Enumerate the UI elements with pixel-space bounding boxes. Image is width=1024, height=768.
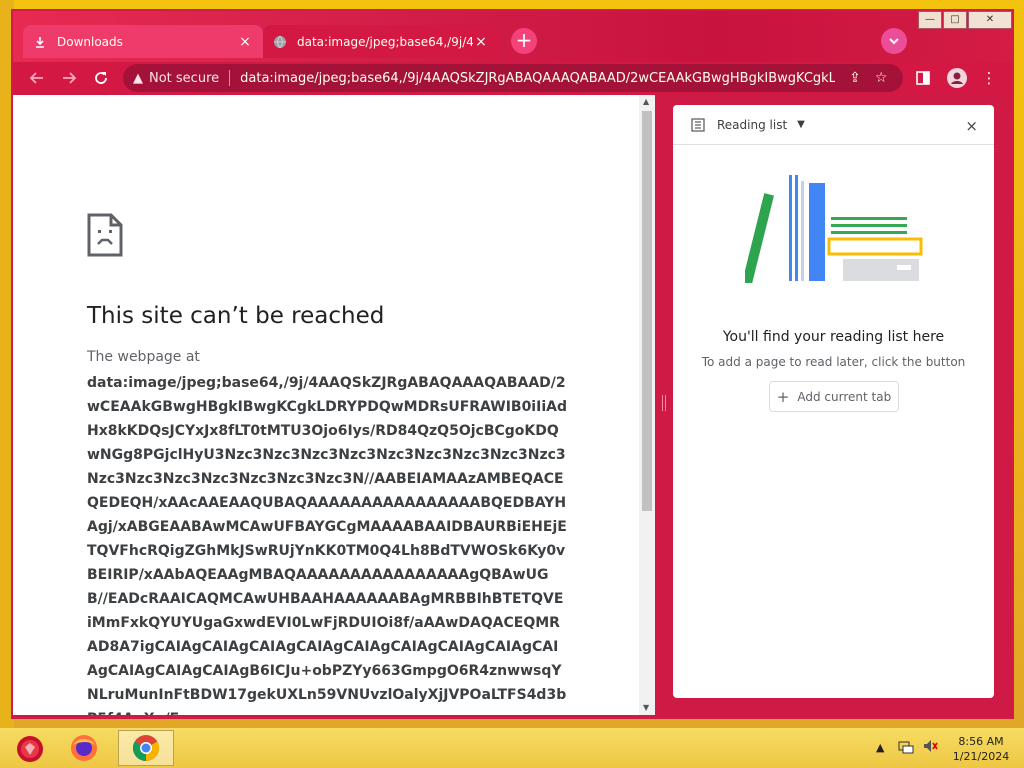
vertical-scrollbar[interactable]: ▲ ▼ xyxy=(639,95,655,715)
page-content: This site can’t be reached The webpage a… xyxy=(13,95,639,715)
clock-date: 1/21/2024 xyxy=(952,750,1010,763)
side-panel-button[interactable] xyxy=(911,66,935,90)
firefox-icon xyxy=(71,735,97,761)
download-icon xyxy=(36,36,44,48)
sad-document-icon xyxy=(87,213,123,257)
forward-button[interactable] xyxy=(57,66,81,90)
title-bar: Downloads × data:image/jpeg;base64,/9j/4… xyxy=(13,11,1012,62)
tab-label: Downloads xyxy=(57,34,123,49)
scrollbar-thumb[interactable] xyxy=(642,111,652,511)
empty-state-title: You'll find your reading list here xyxy=(722,329,945,345)
omnibox-separator xyxy=(229,70,231,86)
start-button[interactable] xyxy=(2,730,58,766)
add-current-tab-button[interactable]: + Add current tab xyxy=(769,381,899,412)
side-panel-icon xyxy=(916,71,930,85)
reading-list-icon xyxy=(691,117,705,132)
new-tab-button[interactable]: + xyxy=(511,28,537,54)
start-orb-icon xyxy=(17,736,43,762)
scroll-up-icon[interactable]: ▲ xyxy=(643,97,651,106)
globe-icon xyxy=(274,35,286,48)
error-intro: The webpage at xyxy=(87,349,200,365)
tab-search-button[interactable] xyxy=(881,28,907,54)
back-button[interactable] xyxy=(25,66,49,90)
back-arrow-icon xyxy=(29,72,43,84)
clock-time: 8:56 AM xyxy=(958,735,1004,748)
error-url-text-continued: AIAgCAIAgCAIAgB6ICJu+obPZYy663GmpgO6R4zn… xyxy=(87,663,567,715)
show-hidden-icons[interactable]: ▲ xyxy=(876,741,884,768)
plus-icon: + xyxy=(776,387,790,406)
close-tab-icon[interactable]: × xyxy=(473,34,489,50)
profile-avatar-icon xyxy=(947,68,967,88)
taskbar: ▲ 8:56 AM 1/21/2024 xyxy=(0,728,1024,768)
chevron-down-icon xyxy=(889,38,899,45)
reading-list-header: Reading list ▼ × xyxy=(673,105,994,145)
volume-muted-icon[interactable] xyxy=(922,738,938,768)
share-icon[interactable]: ⇪ xyxy=(849,70,861,86)
tab-downloads[interactable]: Downloads × xyxy=(23,25,263,58)
security-label[interactable]: Not secure xyxy=(149,71,219,86)
forward-arrow-icon xyxy=(63,72,77,84)
minimize-button[interactable]: — xyxy=(918,11,942,29)
empty-state-subtitle: To add a page to read later, click the b… xyxy=(701,355,966,369)
menu-button[interactable]: ⋮ xyxy=(977,66,1001,90)
error-title: This site can’t be reached xyxy=(87,303,385,329)
network-icon[interactable] xyxy=(898,738,914,768)
tab-label: data:image/jpeg;base64,/9j/4AAQ xyxy=(297,34,473,49)
address-bar[interactable]: ▲ Not secure data:image/jpeg;base64,/9j/… xyxy=(123,64,903,92)
add-current-tab-label: Add current tab xyxy=(797,389,892,404)
side-panel-resize-handle[interactable] xyxy=(655,95,672,715)
maximize-button[interactable]: □ xyxy=(943,11,967,29)
close-panel-icon[interactable]: × xyxy=(965,117,978,135)
books-illustration-icon xyxy=(745,175,923,283)
tab-data-image[interactable]: data:image/jpeg;base64,/9j/4AAQ × xyxy=(263,25,499,58)
warning-icon[interactable]: ▲ xyxy=(133,71,143,86)
toolbar: ▲ Not secure data:image/jpeg;base64,/9j/… xyxy=(13,62,1012,94)
reload-button[interactable] xyxy=(89,66,113,90)
taskbar-chrome[interactable] xyxy=(118,730,174,766)
close-tab-icon[interactable]: × xyxy=(237,34,253,50)
system-clock[interactable]: 8:56 AM 1/21/2024 xyxy=(946,734,1016,764)
bookmark-star-icon[interactable]: ☆ xyxy=(875,70,888,86)
error-url: data:image/jpeg;base64,/9j/4AAQSkZJRgABA… xyxy=(87,371,567,715)
reading-list-dropdown[interactable]: Reading list xyxy=(717,118,787,132)
taskbar-firefox[interactable] xyxy=(56,730,112,766)
chrome-icon xyxy=(132,735,160,762)
error-url-text: data:image/jpeg;base64,/9j/4AAQSkZJRgABA… xyxy=(87,375,567,679)
resize-grip[interactable] xyxy=(662,395,666,411)
scroll-down-icon[interactable]: ▼ xyxy=(643,703,651,712)
close-window-button[interactable]: ✕ xyxy=(968,11,1012,29)
caret-down-icon[interactable]: ▼ xyxy=(797,119,805,130)
profile-button[interactable] xyxy=(945,66,969,90)
url-text[interactable]: data:image/jpeg;base64,/9j/4AAQSkZJRgABA… xyxy=(240,71,835,86)
browser-window: Downloads × data:image/jpeg;base64,/9j/4… xyxy=(11,9,1014,719)
reload-icon xyxy=(95,72,107,84)
reading-list-panel: Reading list ▼ × You'll find your readin… xyxy=(673,105,994,698)
